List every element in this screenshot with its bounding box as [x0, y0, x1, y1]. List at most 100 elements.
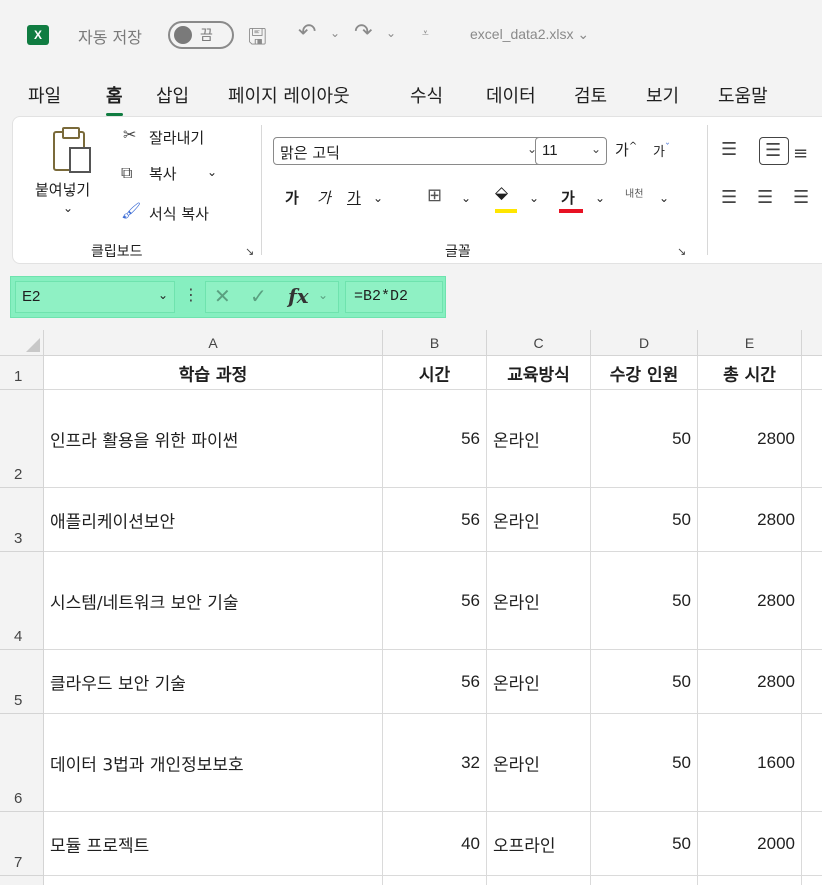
name-box[interactable]: E2 ⌄ — [15, 281, 175, 313]
cell-d5[interactable]: 50 — [591, 650, 698, 714]
cell-b3[interactable]: 56 — [383, 488, 487, 552]
cell-a7[interactable]: 모듈 프로젝트 — [44, 812, 383, 876]
copy-button[interactable]: 복사 — [149, 163, 177, 184]
cell-e3[interactable]: 2800 — [698, 488, 802, 552]
italic-button[interactable]: 가 — [317, 187, 331, 208]
cell-f3[interactable] — [802, 488, 822, 552]
tab-page-layout[interactable]: 페이지 레이아웃 — [228, 82, 350, 108]
undo-dropdown-icon[interactable]: ⌄ — [330, 26, 340, 40]
cell-c8[interactable] — [487, 876, 591, 885]
column-header-f[interactable] — [802, 330, 822, 356]
grow-font-button[interactable]: 가^ — [615, 139, 637, 160]
chevron-down-icon[interactable]: ⌄ — [318, 288, 328, 302]
row-header[interactable]: 6 — [0, 714, 44, 812]
border-dropdown-icon[interactable]: ⌄ — [461, 191, 471, 205]
tab-view[interactable]: 보기 — [646, 82, 679, 108]
select-all-button[interactable] — [0, 330, 44, 356]
autosave-toggle[interactable]: 끔 — [168, 21, 234, 49]
align-right-icon[interactable]: ☰ — [793, 187, 809, 208]
row-header[interactable]: 2 — [0, 390, 44, 488]
cell-d7[interactable]: 50 — [591, 812, 698, 876]
insert-function-icon[interactable]: fx — [288, 284, 309, 308]
underline-dropdown-icon[interactable]: ⌄ — [373, 191, 383, 205]
row-header[interactable] — [0, 876, 44, 885]
format-painter-button[interactable]: 서식 복사 — [149, 203, 209, 224]
tab-home[interactable]: 홈 — [106, 82, 123, 116]
format-painter-icon[interactable]: 🖌 — [121, 201, 141, 220]
paste-icon[interactable] — [53, 127, 91, 173]
cell-a5[interactable]: 클라우드 보안 기술 — [44, 650, 383, 714]
align-top-icon[interactable]: ☰ — [721, 139, 737, 160]
cell-d1[interactable]: 수강 인원 — [591, 356, 698, 390]
cell-f1[interactable] — [802, 356, 822, 390]
cell-d4[interactable]: 50 — [591, 552, 698, 650]
cell-a2[interactable]: 인프라 활용을 위한 파이썬 — [44, 390, 383, 488]
scissors-icon[interactable]: ✂ — [123, 125, 136, 144]
cell-f7[interactable] — [802, 812, 822, 876]
row-header[interactable]: 1 — [0, 356, 44, 390]
cell-e8[interactable] — [698, 876, 802, 885]
more-options-icon[interactable]: ⋮ — [183, 285, 199, 304]
cell-f5[interactable] — [802, 650, 822, 714]
phonetic-dropdown-icon[interactable]: ⌄ — [659, 191, 669, 205]
cell-d2[interactable]: 50 — [591, 390, 698, 488]
cell-c7[interactable]: 오프라인 — [487, 812, 591, 876]
cell-e1[interactable]: 총 시간 — [698, 356, 802, 390]
cell-b7[interactable]: 40 — [383, 812, 487, 876]
cancel-icon[interactable]: ✕ — [214, 284, 231, 308]
font-launcher-icon[interactable]: ↘ — [677, 245, 686, 258]
cell-b1[interactable]: 시간 — [383, 356, 487, 390]
redo-icon[interactable]: ↷ — [354, 20, 372, 45]
cell-d6[interactable]: 50 — [591, 714, 698, 812]
cell-f6[interactable] — [802, 714, 822, 812]
column-header-b[interactable]: B — [383, 330, 487, 356]
save-icon[interactable]: 🖫 — [248, 20, 267, 58]
copy-icon[interactable]: ⧉ — [121, 163, 132, 183]
cut-button[interactable]: 잘라내기 — [149, 127, 204, 148]
cell-e7[interactable]: 2000 — [698, 812, 802, 876]
column-header-d[interactable]: D — [591, 330, 698, 356]
cell-c2[interactable]: 온라인 — [487, 390, 591, 488]
cell-e2[interactable]: 2800 — [698, 390, 802, 488]
cell-d8[interactable] — [591, 876, 698, 885]
column-header-e[interactable]: E — [698, 330, 802, 356]
align-bottom-icon[interactable]: ≡ — [793, 143, 808, 164]
row-header[interactable]: 5 — [0, 650, 44, 714]
bold-button[interactable]: 가 — [285, 187, 299, 208]
paste-button[interactable]: 붙여넣기 — [35, 179, 90, 200]
cell-a6[interactable]: 데이터 3법과 개인정보보호 — [44, 714, 383, 812]
align-left-icon[interactable]: ☰ — [721, 187, 737, 208]
column-header-a[interactable]: A — [44, 330, 383, 356]
fill-color-icon[interactable]: ⬙ — [495, 183, 508, 203]
file-name[interactable]: excel_data2.xlsx ⌄ — [470, 26, 589, 43]
tab-insert[interactable]: 삽입 — [156, 82, 189, 108]
cell-f2[interactable] — [802, 390, 822, 488]
cell-b8[interactable] — [383, 876, 487, 885]
tab-formulas[interactable]: 수식 — [410, 82, 443, 108]
tab-review[interactable]: 검토 — [574, 82, 607, 108]
cell-a3[interactable]: 애플리케이션보안 — [44, 488, 383, 552]
cell-b6[interactable]: 32 — [383, 714, 487, 812]
cell-e5[interactable]: 2800 — [698, 650, 802, 714]
column-header-c[interactable]: C — [487, 330, 591, 356]
cell-e6[interactable]: 1600 — [698, 714, 802, 812]
shrink-font-button[interactable]: 가ˇ — [653, 141, 670, 160]
font-size-select[interactable]: 11 ⌄ — [535, 137, 607, 165]
font-color-dropdown-icon[interactable]: ⌄ — [595, 191, 605, 205]
cell-b5[interactable]: 56 — [383, 650, 487, 714]
customize-toolbar-icon[interactable]: ⩡ — [422, 26, 429, 41]
cell-d3[interactable]: 50 — [591, 488, 698, 552]
undo-icon[interactable]: ↶ — [298, 20, 316, 45]
underline-button[interactable]: 가 — [347, 187, 361, 208]
font-name-select[interactable]: 맑은 고딕 ⌄ — [273, 137, 543, 165]
formula-input[interactable]: =B2*D2 — [345, 281, 443, 313]
phonetic-button[interactable]: 내천 — [625, 185, 643, 200]
tab-file[interactable]: 파일 — [28, 82, 61, 108]
cell-a4[interactable]: 시스템/네트워크 보안 기술 — [44, 552, 383, 650]
cell-c3[interactable]: 온라인 — [487, 488, 591, 552]
cell-c4[interactable]: 온라인 — [487, 552, 591, 650]
cell-a1[interactable]: 학습 과정 — [44, 356, 383, 390]
cell-c6[interactable]: 온라인 — [487, 714, 591, 812]
redo-dropdown-icon[interactable]: ⌄ — [386, 26, 396, 40]
copy-dropdown-icon[interactable]: ⌄ — [207, 165, 217, 179]
